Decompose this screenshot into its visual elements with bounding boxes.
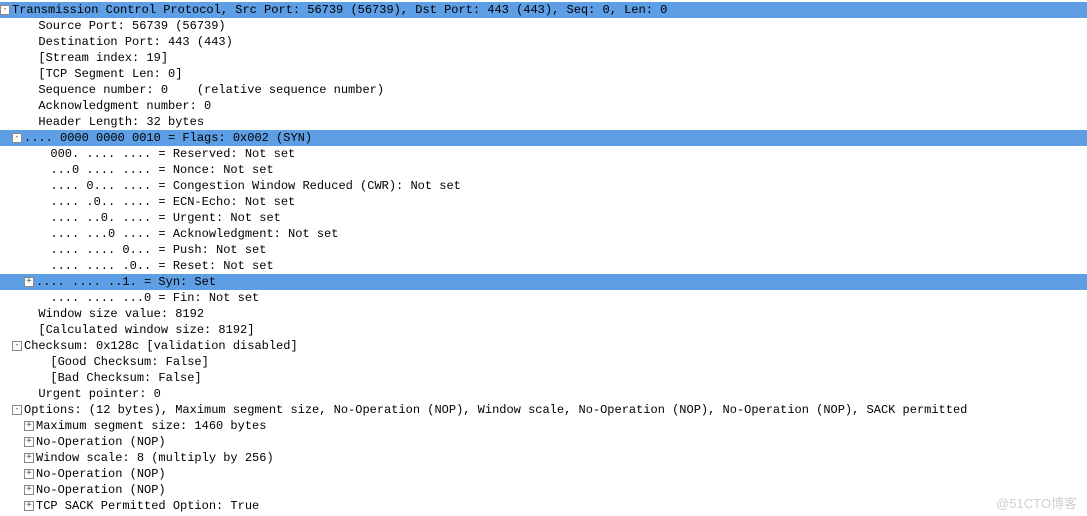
row-text: .... .... .0.. = Reset: Not set: [36, 258, 1087, 274]
tree-row-win-size[interactable]: Window size value: 8192: [0, 306, 1087, 322]
expand-icon[interactable]: +: [24, 485, 34, 495]
row-text: [Good Checksum: False]: [36, 354, 1087, 370]
tree-row-flag-ack[interactable]: .... ...0 .... = Acknowledgment: Not set: [0, 226, 1087, 242]
row-text: .... .... 0... = Push: Not set: [36, 242, 1087, 258]
tree-row-opt-mss[interactable]: +Maximum segment size: 1460 bytes: [0, 418, 1087, 434]
row-text: .... ...0 .... = Acknowledgment: Not set: [36, 226, 1087, 242]
tree-row-src-port[interactable]: Source Port: 56739 (56739): [0, 18, 1087, 34]
collapse-icon[interactable]: -: [12, 341, 22, 351]
packet-details-tree[interactable]: -Transmission Control Protocol, Src Port…: [0, 0, 1087, 516]
row-text: Urgent pointer: 0: [24, 386, 1087, 402]
row-text: Maximum segment size: 1460 bytes: [36, 418, 1087, 434]
expand-icon[interactable]: +: [24, 453, 34, 463]
row-text: [Bad Checksum: False]: [36, 370, 1087, 386]
tree-row-hdr-len[interactable]: Header Length: 32 bytes: [0, 114, 1087, 130]
row-text: .... .0.. .... = ECN-Echo: Not set: [36, 194, 1087, 210]
row-text: [Calculated window size: 8192]: [24, 322, 1087, 338]
row-text: Transmission Control Protocol, Src Port:…: [12, 2, 1087, 18]
tree-row-good-cksum[interactable]: [Good Checksum: False]: [0, 354, 1087, 370]
tree-row-flag-psh[interactable]: .... .... 0... = Push: Not set: [0, 242, 1087, 258]
row-text: .... 0... .... = Congestion Window Reduc…: [36, 178, 1087, 194]
tree-row-opt-nop2[interactable]: +No-Operation (NOP): [0, 466, 1087, 482]
collapse-icon[interactable]: -: [12, 133, 22, 143]
tree-row-flags[interactable]: -.... 0000 0000 0010 = Flags: 0x002 (SYN…: [0, 130, 1087, 146]
row-text: .... .... ...0 = Fin: Not set: [36, 290, 1087, 306]
tree-row-opt-nop1[interactable]: +No-Operation (NOP): [0, 434, 1087, 450]
tree-row-calc-win[interactable]: [Calculated window size: 8192]: [0, 322, 1087, 338]
tree-row-ack-num[interactable]: Acknowledgment number: 0: [0, 98, 1087, 114]
tree-row-opt-sack[interactable]: +TCP SACK Permitted Option: True: [0, 498, 1087, 514]
row-text: Sequence number: 0 (relative sequence nu…: [24, 82, 1087, 98]
tree-row-opt-wscale[interactable]: +Window scale: 8 (multiply by 256): [0, 450, 1087, 466]
row-text: [Stream index: 19]: [24, 50, 1087, 66]
tree-row-tcp-header[interactable]: -Transmission Control Protocol, Src Port…: [0, 2, 1087, 18]
expand-icon[interactable]: +: [24, 421, 34, 431]
row-text: .... .... ..1. = Syn: Set: [36, 274, 1087, 290]
row-text: Acknowledgment number: 0: [24, 98, 1087, 114]
tree-row-checksum[interactable]: -Checksum: 0x128c [validation disabled]: [0, 338, 1087, 354]
tree-row-flag-reserved[interactable]: 000. .... .... = Reserved: Not set: [0, 146, 1087, 162]
row-text: Header Length: 32 bytes: [24, 114, 1087, 130]
tree-row-options[interactable]: -Options: (12 bytes), Maximum segment si…: [0, 402, 1087, 418]
tree-row-seg-len[interactable]: [TCP Segment Len: 0]: [0, 66, 1087, 82]
tree-row-urg-ptr[interactable]: Urgent pointer: 0: [0, 386, 1087, 402]
row-text: No-Operation (NOP): [36, 434, 1087, 450]
tree-row-stream-index[interactable]: [Stream index: 19]: [0, 50, 1087, 66]
tree-row-flag-ece[interactable]: .... .0.. .... = ECN-Echo: Not set: [0, 194, 1087, 210]
row-text: TCP SACK Permitted Option: True: [36, 498, 1087, 514]
collapse-icon[interactable]: -: [0, 5, 10, 15]
tree-row-flag-fin[interactable]: .... .... ...0 = Fin: Not set: [0, 290, 1087, 306]
row-text: Window size value: 8192: [24, 306, 1087, 322]
tree-row-flag-nonce[interactable]: ...0 .... .... = Nonce: Not set: [0, 162, 1087, 178]
expand-icon[interactable]: +: [24, 437, 34, 447]
tree-row-flag-urg[interactable]: .... ..0. .... = Urgent: Not set: [0, 210, 1087, 226]
collapse-icon[interactable]: -: [12, 405, 22, 415]
tree-row-dst-port[interactable]: Destination Port: 443 (443): [0, 34, 1087, 50]
row-text: [TCP Segment Len: 0]: [24, 66, 1087, 82]
row-text: Options: (12 bytes), Maximum segment siz…: [24, 402, 1087, 418]
expand-icon[interactable]: +: [24, 501, 34, 511]
tree-row-flag-syn[interactable]: +.... .... ..1. = Syn: Set: [0, 274, 1087, 290]
row-text: .... ..0. .... = Urgent: Not set: [36, 210, 1087, 226]
expand-icon[interactable]: +: [24, 469, 34, 479]
row-text: ...0 .... .... = Nonce: Not set: [36, 162, 1087, 178]
row-text: Window scale: 8 (multiply by 256): [36, 450, 1087, 466]
row-text: 000. .... .... = Reserved: Not set: [36, 146, 1087, 162]
tree-row-seq-num[interactable]: Sequence number: 0 (relative sequence nu…: [0, 82, 1087, 98]
row-text: Checksum: 0x128c [validation disabled]: [24, 338, 1087, 354]
row-text: .... 0000 0000 0010 = Flags: 0x002 (SYN): [24, 130, 1087, 146]
row-text: No-Operation (NOP): [36, 466, 1087, 482]
tree-row-flag-rst[interactable]: .... .... .0.. = Reset: Not set: [0, 258, 1087, 274]
row-text: No-Operation (NOP): [36, 482, 1087, 498]
row-text: Destination Port: 443 (443): [24, 34, 1087, 50]
watermark: @51CTO博客: [996, 496, 1077, 512]
expand-icon[interactable]: +: [24, 277, 34, 287]
tree-row-bad-cksum[interactable]: [Bad Checksum: False]: [0, 370, 1087, 386]
row-text: Source Port: 56739 (56739): [24, 18, 1087, 34]
tree-row-opt-nop3[interactable]: +No-Operation (NOP): [0, 482, 1087, 498]
tree-row-flag-cwr[interactable]: .... 0... .... = Congestion Window Reduc…: [0, 178, 1087, 194]
